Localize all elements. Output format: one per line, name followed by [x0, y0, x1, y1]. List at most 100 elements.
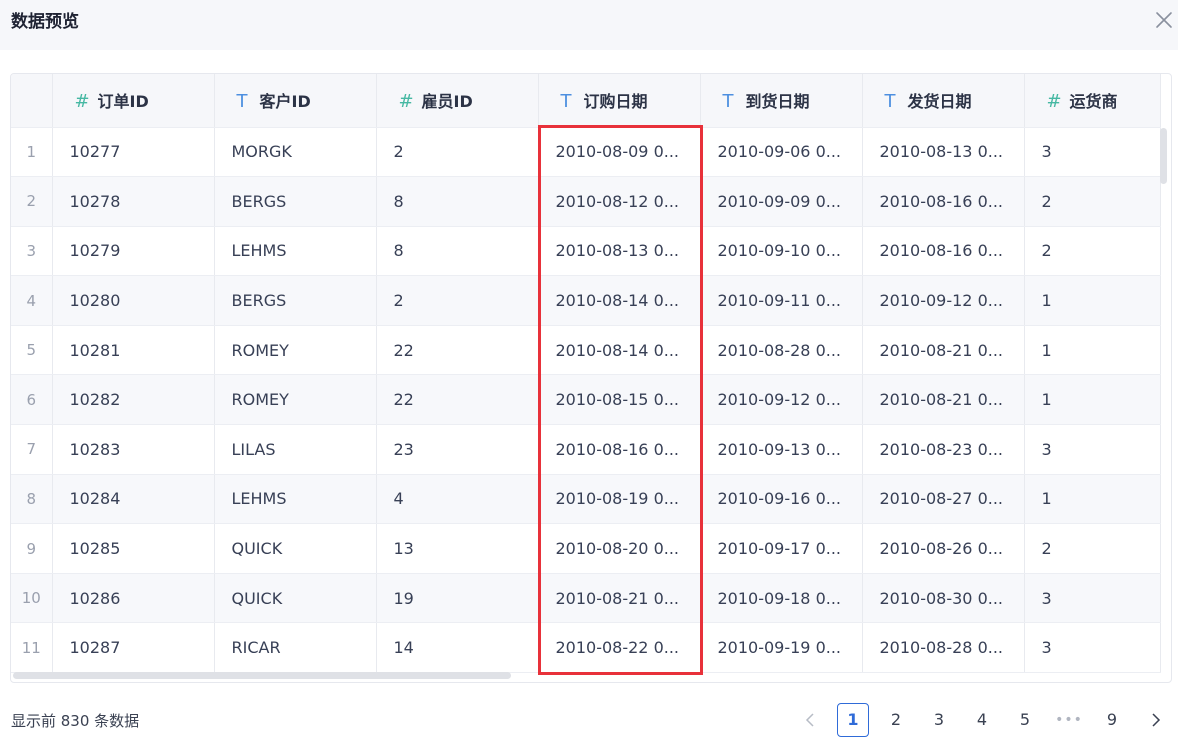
cell-arrival-date: 2010-09-10 0...: [700, 226, 863, 277]
cell-shipper: 1: [1024, 374, 1161, 426]
header-label: 发货日期: [907, 92, 972, 112]
row-index: 8: [11, 474, 53, 525]
row-index: 3: [11, 226, 53, 277]
header-label: 运货商: [1069, 92, 1118, 112]
vertical-scrollbar[interactable]: [1160, 128, 1167, 184]
cell-order-date: 2010-08-16 0...: [538, 424, 701, 475]
cell-customer-id: ROMEY: [214, 374, 377, 426]
header-index: [11, 74, 53, 128]
cell-ship-date: 2010-08-28 0...: [862, 622, 1025, 674]
header-label: 订购日期: [583, 92, 648, 112]
header-arrival-date[interactable]: T 到货日期: [700, 74, 863, 128]
cell-arrival-date: 2010-09-11 0...: [700, 275, 863, 326]
cell-order-date: 2010-08-15 0...: [538, 374, 701, 426]
header-label: 客户ID: [259, 92, 311, 112]
cell-employee-id: 19: [376, 573, 539, 624]
page-2-button[interactable]: 2: [881, 703, 911, 737]
row-index: 7: [11, 424, 53, 475]
table-row: 8 10284 LEHMS 4 2010-08-19 0... 2010-09-16 0.…: [11, 474, 1161, 525]
header-employee-id[interactable]: # 雇员ID: [376, 74, 539, 128]
cell-shipper: 3: [1024, 573, 1161, 624]
cell-shipper: 2: [1024, 226, 1161, 277]
table-row: 2 10278 BERGS 8 2010-08-12 0... 2010-09-09 0.…: [11, 176, 1161, 227]
cell-employee-id: 8: [376, 226, 539, 277]
record-count-info: 显示前 830 条数据: [11, 712, 140, 730]
cell-employee-id: 2: [376, 275, 539, 326]
data-table-container: # 订单ID T 客户ID # 雇员ID T 订购日期 T 到货日期 T 发货日期 # 运货商…: [10, 73, 1172, 683]
cell-ship-date: 2010-08-30 0...: [862, 573, 1025, 624]
page-4-button[interactable]: 4: [967, 703, 997, 737]
cell-order-id: 10281: [52, 325, 215, 376]
cell-employee-id: 14: [376, 622, 539, 674]
text-type-icon: T: [722, 91, 734, 113]
cell-order-date: 2010-08-14 0...: [538, 275, 701, 326]
next-page-button[interactable]: [1143, 703, 1167, 737]
cell-order-date: 2010-08-12 0...: [538, 176, 701, 227]
cell-ship-date: 2010-08-16 0...: [862, 176, 1025, 227]
cell-customer-id: LILAS: [214, 424, 377, 475]
cell-order-date: 2010-08-21 0...: [538, 573, 701, 624]
close-button[interactable]: [1152, 8, 1176, 32]
data-table: # 订单ID T 客户ID # 雇员ID T 订购日期 T 到货日期 T 发货日期 # 运货商…: [11, 74, 1161, 674]
cell-arrival-date: 2010-09-19 0...: [700, 622, 863, 674]
header-order-date[interactable]: T 订购日期: [538, 74, 701, 128]
page-ellipsis[interactable]: •••: [1053, 703, 1085, 737]
table-row: 10 10286 QUICK 19 2010-08-21 0... 2010-09-18 …: [11, 573, 1161, 624]
cell-order-id: 10283: [52, 424, 215, 475]
cell-ship-date: 2010-08-23 0...: [862, 424, 1025, 475]
cell-shipper: 3: [1024, 424, 1161, 475]
cell-order-id: 10284: [52, 474, 215, 525]
cell-arrival-date: 2010-09-09 0...: [700, 176, 863, 227]
header-shipper[interactable]: # 运货商: [1024, 74, 1161, 128]
cell-shipper: 1: [1024, 275, 1161, 326]
cell-order-date: 2010-08-20 0...: [538, 523, 701, 574]
cell-order-id: 10282: [52, 374, 215, 426]
header-ship-date[interactable]: T 发货日期: [862, 74, 1025, 128]
cell-shipper: 2: [1024, 523, 1161, 574]
row-index: 9: [11, 523, 53, 574]
cell-employee-id: 22: [376, 325, 539, 376]
chevron-left-icon: [805, 713, 814, 727]
text-type-icon: T: [560, 91, 572, 113]
cell-order-date: 2010-08-13 0...: [538, 226, 701, 277]
page-1-button[interactable]: 1: [837, 703, 869, 737]
cell-order-id: 10280: [52, 275, 215, 326]
cell-arrival-date: 2010-09-13 0...: [700, 424, 863, 475]
page-3-button[interactable]: 3: [924, 703, 954, 737]
row-index: 2: [11, 176, 53, 227]
prev-page-button[interactable]: [799, 703, 823, 737]
row-index: 10: [11, 573, 53, 624]
cell-customer-id: LEHMS: [214, 474, 377, 525]
table-row: 7 10283 LILAS 23 2010-08-16 0... 2010-09-13 0…: [11, 424, 1161, 475]
cell-employee-id: 4: [376, 474, 539, 525]
cell-ship-date: 2010-08-21 0...: [862, 325, 1025, 376]
cell-ship-date: 2010-08-21 0...: [862, 374, 1025, 426]
cell-order-id: 10286: [52, 573, 215, 624]
table-row: 11 10287 RICAR 14 2010-08-22 0... 2010-09-19 …: [11, 622, 1161, 674]
header-order-id[interactable]: # 订单ID: [52, 74, 215, 128]
header-customer-id[interactable]: T 客户ID: [214, 74, 377, 128]
table-row: 4 10280 BERGS 2 2010-08-14 0... 2010-09-11 0.…: [11, 275, 1161, 326]
header-label: 雇员ID: [421, 92, 473, 112]
cell-shipper: 3: [1024, 622, 1161, 674]
cell-customer-id: MORGK: [214, 127, 377, 178]
cell-arrival-date: 2010-09-06 0...: [700, 127, 863, 178]
horizontal-scrollbar[interactable]: [13, 672, 511, 679]
cell-arrival-date: 2010-09-16 0...: [700, 474, 863, 525]
cell-shipper: 1: [1024, 325, 1161, 376]
cell-customer-id: RICAR: [214, 622, 377, 674]
cell-customer-id: LEHMS: [214, 226, 377, 277]
page-9-button[interactable]: 9: [1097, 703, 1127, 737]
cell-order-date: 2010-08-22 0...: [538, 622, 701, 674]
cell-order-date: 2010-08-14 0...: [538, 325, 701, 376]
chevron-right-icon: [1152, 713, 1161, 727]
cell-customer-id: QUICK: [214, 573, 377, 624]
page-5-button[interactable]: 5: [1010, 703, 1040, 737]
table-row: 9 10285 QUICK 13 2010-08-20 0... 2010-09-17 0…: [11, 523, 1161, 574]
cell-order-id: 10285: [52, 523, 215, 574]
table-row: 1 10277 MORGK 2 2010-08-09 0... 2010-09-06 0.…: [11, 127, 1161, 178]
cell-customer-id: BERGS: [214, 176, 377, 227]
cell-ship-date: 2010-08-27 0...: [862, 474, 1025, 525]
cell-shipper: 2: [1024, 176, 1161, 227]
row-index: 1: [11, 127, 53, 178]
